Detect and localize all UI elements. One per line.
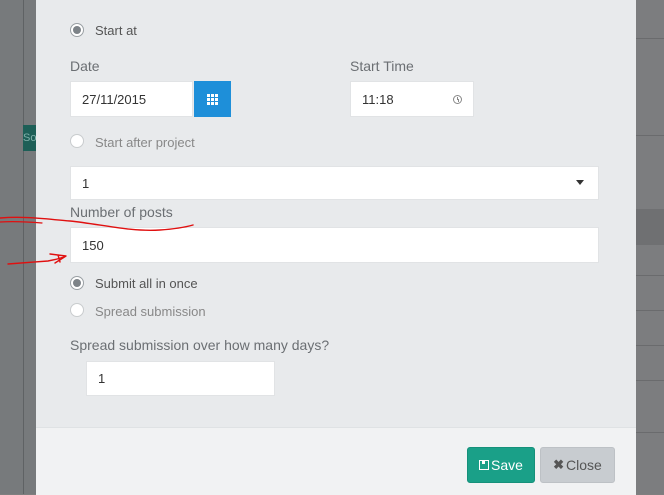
start-at-label: Start at [95, 23, 137, 38]
date-value: 27/11/2015 [82, 91, 147, 107]
background-row-line [636, 38, 664, 39]
modal-body: Start at Date 27/11/2015 Start Time 11:1… [36, 0, 636, 427]
number-of-posts-input[interactable]: 150 [70, 227, 599, 263]
spread-days-value: 1 [98, 371, 106, 386]
project-select[interactable]: 1 [70, 166, 599, 200]
modal-footer: Save ✖ Close [36, 427, 636, 495]
submit-all-label: Submit all in once [95, 276, 198, 291]
number-of-posts-label: Number of posts [70, 204, 173, 220]
chevron-down-icon [576, 180, 584, 185]
close-button-label: Close [566, 457, 602, 473]
background-row-line [636, 432, 664, 433]
background-row-line [636, 380, 664, 381]
save-button[interactable]: Save [467, 447, 535, 483]
background-table-header [636, 209, 664, 245]
clock-icon [453, 95, 462, 104]
spread-submission-label: Spread submission [95, 304, 206, 319]
background-row-line [636, 345, 664, 346]
background-row-line [636, 310, 664, 311]
spread-days-input[interactable]: 1 [86, 361, 275, 396]
spread-days-label: Spread submission over how many days? [70, 337, 330, 353]
project-select-value: 1 [82, 175, 90, 191]
save-button-label: Save [491, 457, 523, 473]
background-divider [23, 0, 24, 494]
start-after-project-label: Start after project [95, 135, 195, 150]
background-button-stub: So [23, 125, 36, 151]
number-of-posts-value: 150 [82, 237, 104, 253]
background-row-line [636, 275, 664, 276]
background-button-text: So [23, 132, 36, 144]
floppy-disk-icon [479, 460, 490, 470]
calendar-icon [207, 93, 218, 105]
start-after-project-radio[interactable] [70, 134, 84, 148]
close-icon: ✖ [553, 457, 565, 472]
background-row-line [636, 135, 664, 136]
background-page-left: So [0, 0, 36, 494]
date-input[interactable]: 27/11/2015 [70, 81, 193, 117]
calendar-button[interactable] [194, 81, 231, 117]
submit-all-radio[interactable] [70, 276, 84, 290]
start-time-label: Start Time [350, 58, 414, 74]
background-page-right [636, 0, 664, 494]
spread-submission-radio[interactable] [70, 303, 84, 317]
start-at-radio[interactable] [70, 23, 84, 37]
start-time-value: 11:18 [362, 91, 394, 107]
schedule-modal: Start at Date 27/11/2015 Start Time 11:1… [36, 0, 636, 495]
date-label: Date [70, 58, 100, 74]
close-button[interactable]: ✖ Close [540, 447, 615, 483]
